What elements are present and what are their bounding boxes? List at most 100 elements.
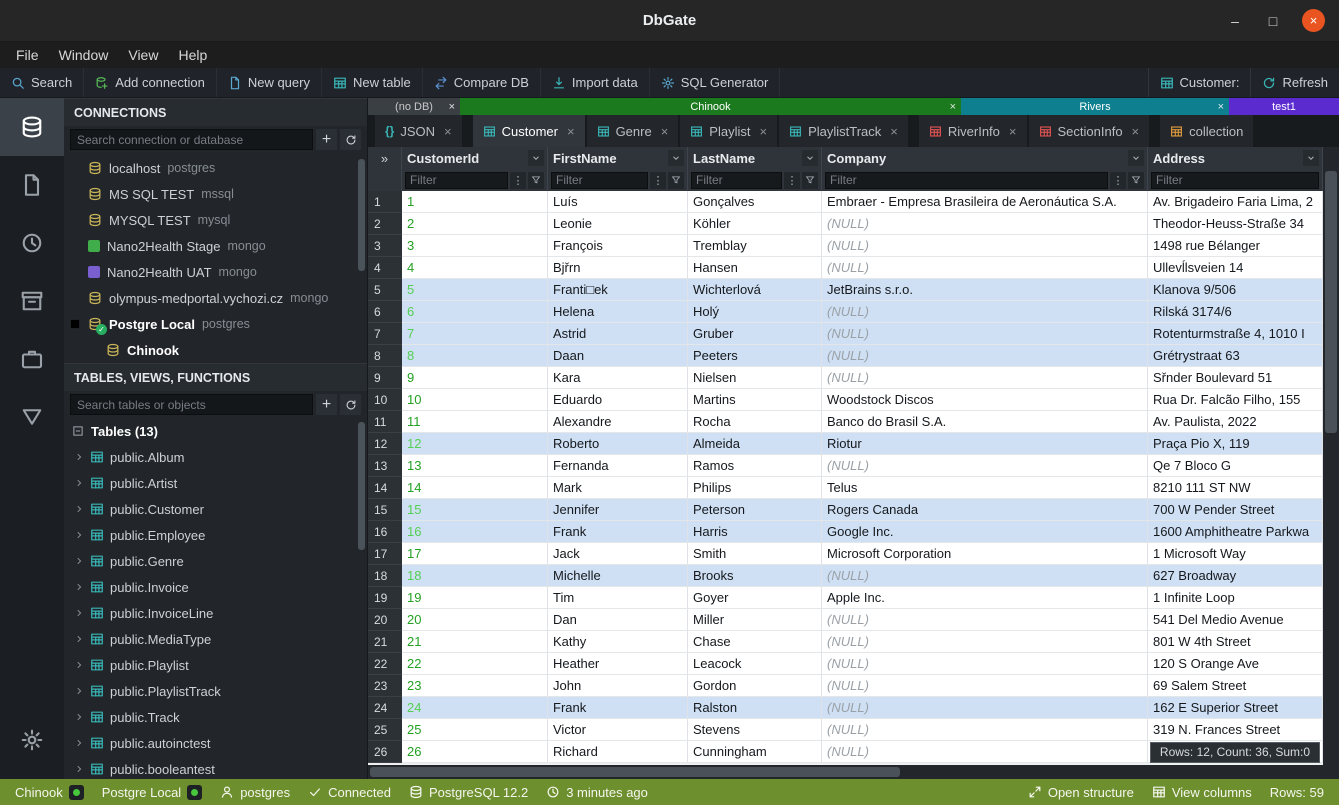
tab-genre[interactable]: Genre× bbox=[587, 115, 679, 147]
cell-customerid[interactable]: 12 bbox=[402, 433, 548, 455]
cell-firstname[interactable]: Franti□ek bbox=[548, 279, 688, 301]
cell-lastname[interactable]: Ramos bbox=[688, 455, 822, 477]
chevron-down-icon[interactable] bbox=[1303, 150, 1319, 166]
toolbar-add-connection-button[interactable]: Add connection bbox=[84, 68, 217, 97]
cell-address[interactable]: Praça Pio X, 119 bbox=[1148, 433, 1323, 455]
cell-lastname[interactable]: Stevens bbox=[688, 719, 822, 741]
table-row[interactable]: 1717JackSmithMicrosoft Corporation1 Micr… bbox=[368, 543, 1323, 565]
cell-customerid[interactable]: 16 bbox=[402, 521, 548, 543]
row-number[interactable]: 22 bbox=[368, 653, 402, 675]
filter-input-address[interactable] bbox=[1151, 172, 1319, 189]
db-tab-test1[interactable]: test1 bbox=[1229, 98, 1339, 115]
maximize-button[interactable]: □ bbox=[1264, 13, 1282, 29]
cell-lastname[interactable]: Hansen bbox=[688, 257, 822, 279]
cell-customerid[interactable]: 25 bbox=[402, 719, 548, 741]
close-icon[interactable]: × bbox=[890, 124, 898, 139]
cell-lastname[interactable]: Gordon bbox=[688, 675, 822, 697]
chevron-right-icon[interactable] bbox=[74, 738, 84, 748]
close-icon[interactable]: × bbox=[759, 124, 767, 139]
cell-customerid[interactable]: 22 bbox=[402, 653, 548, 675]
cell-lastname[interactable]: Rocha bbox=[688, 411, 822, 433]
cell-customerid[interactable]: 13 bbox=[402, 455, 548, 477]
row-number[interactable]: 13 bbox=[368, 455, 402, 477]
cell-firstname[interactable]: Helena bbox=[548, 301, 688, 323]
cell-company[interactable]: (NULL) bbox=[822, 697, 1148, 719]
row-number[interactable]: 2 bbox=[368, 213, 402, 235]
tab-playlist[interactable]: Playlist× bbox=[680, 115, 777, 147]
table-row[interactable]: 1010EduardoMartinsWoodstock DiscosRua Dr… bbox=[368, 389, 1323, 411]
row-number[interactable]: 23 bbox=[368, 675, 402, 697]
cell-customerid[interactable]: 4 bbox=[402, 257, 548, 279]
close-icon[interactable]: × bbox=[567, 124, 575, 139]
status-open-structure[interactable]: Open structure bbox=[1019, 785, 1143, 800]
cell-firstname[interactable]: Kathy bbox=[548, 631, 688, 653]
cell-firstname[interactable]: Roberto bbox=[548, 433, 688, 455]
cell-company[interactable]: (NULL) bbox=[822, 719, 1148, 741]
cell-firstname[interactable]: Victor bbox=[548, 719, 688, 741]
table-row[interactable]: 2525VictorStevens(NULL)319 N. Frances St… bbox=[368, 719, 1323, 741]
filter-menu-button[interactable]: ⋮ bbox=[650, 172, 666, 189]
cell-lastname[interactable]: Wichterlová bbox=[688, 279, 822, 301]
toolbar-sql-generator-button[interactable]: SQL Generator bbox=[650, 68, 781, 97]
cell-lastname[interactable]: Cunningham bbox=[688, 741, 822, 763]
row-number[interactable]: 9 bbox=[368, 367, 402, 389]
cell-company[interactable]: (NULL) bbox=[822, 565, 1148, 587]
tab-sectioninfo[interactable]: SectionInfo× bbox=[1029, 115, 1150, 147]
cell-lastname[interactable]: Harris bbox=[688, 521, 822, 543]
chevron-right-icon[interactable] bbox=[74, 582, 84, 592]
horizontal-scrollbar[interactable] bbox=[368, 765, 1339, 779]
cell-lastname[interactable]: Almeida bbox=[688, 433, 822, 455]
table-item-public-employee[interactable]: public.Employee bbox=[64, 522, 367, 548]
cell-lastname[interactable]: Brooks bbox=[688, 565, 822, 587]
cell-firstname[interactable]: Kara bbox=[548, 367, 688, 389]
cell-company[interactable]: (NULL) bbox=[822, 609, 1148, 631]
cell-address[interactable]: Av. Brigadeiro Faria Lima, 2 bbox=[1148, 191, 1323, 213]
vertical-scrollbar[interactable] bbox=[1323, 147, 1339, 765]
cell-address[interactable]: Ullevĺlsveien 14 bbox=[1148, 257, 1323, 279]
cell-company[interactable]: (NULL) bbox=[822, 235, 1148, 257]
table-row[interactable]: 1919TimGoyerApple Inc.1 Infinite Loop bbox=[368, 587, 1323, 609]
tab-customer[interactable]: Customer× bbox=[473, 115, 585, 147]
cell-address[interactable]: 541 Del Medio Avenue bbox=[1148, 609, 1323, 631]
connection-item-postgre-local[interactable]: ✓Postgre Localpostgres bbox=[64, 311, 367, 337]
table-row[interactable]: 44BjřrnHansen(NULL)Ullevĺlsveien 14 bbox=[368, 257, 1323, 279]
row-number[interactable]: 5 bbox=[368, 279, 402, 301]
cell-lastname[interactable]: Smith bbox=[688, 543, 822, 565]
table-item-public-track[interactable]: public.Track bbox=[64, 704, 367, 730]
row-number[interactable]: 14 bbox=[368, 477, 402, 499]
cell-company[interactable]: Microsoft Corporation bbox=[822, 543, 1148, 565]
cell-firstname[interactable]: François bbox=[548, 235, 688, 257]
connection-item-nano2health-uat[interactable]: Nano2Health UATmongo bbox=[64, 259, 367, 285]
toolbar-import-data-button[interactable]: Import data bbox=[541, 68, 650, 97]
tab-json[interactable]: {}JSON× bbox=[375, 115, 462, 147]
filter-input-customerid[interactable] bbox=[405, 172, 508, 189]
cell-lastname[interactable]: Martins bbox=[688, 389, 822, 411]
toolbar-new-table-button[interactable]: New table bbox=[322, 68, 423, 97]
row-number[interactable]: 8 bbox=[368, 345, 402, 367]
table-row[interactable]: 66HelenaHolý(NULL)Rilská 3174/6 bbox=[368, 301, 1323, 323]
close-icon[interactable]: × bbox=[1218, 101, 1224, 113]
cell-company[interactable]: (NULL) bbox=[822, 741, 1148, 763]
table-row[interactable]: 99KaraNielsen(NULL)Sřnder Boulevard 51 bbox=[368, 367, 1323, 389]
cell-lastname[interactable]: Leacock bbox=[688, 653, 822, 675]
cell-company[interactable]: (NULL) bbox=[822, 301, 1148, 323]
tables-refresh-button[interactable] bbox=[340, 394, 361, 415]
chevron-right-icon[interactable] bbox=[74, 478, 84, 488]
status-postgre-local[interactable]: Postgre Local bbox=[93, 785, 212, 800]
menu-view[interactable]: View bbox=[118, 42, 168, 68]
toolbar-compare-db-button[interactable]: Compare DB bbox=[423, 68, 541, 97]
connection-item-chinook[interactable]: Chinook bbox=[64, 337, 367, 363]
chevron-right-icon[interactable] bbox=[74, 452, 84, 462]
filter-input-lastname[interactable] bbox=[691, 172, 782, 189]
row-number[interactable]: 26 bbox=[368, 741, 402, 763]
table-row[interactable]: 55Franti□ekWichterlováJetBrains s.r.o.Kl… bbox=[368, 279, 1323, 301]
connection-item-localhost[interactable]: localhostpostgres bbox=[64, 155, 367, 181]
status-postgres[interactable]: postgres bbox=[211, 785, 299, 800]
cell-customerid[interactable]: 20 bbox=[402, 609, 548, 631]
table-item-public-genre[interactable]: public.Genre bbox=[64, 548, 367, 574]
table-item-public-mediatype[interactable]: public.MediaType bbox=[64, 626, 367, 652]
db-tab-chinook[interactable]: Chinook× bbox=[460, 98, 961, 115]
sidebar-database-button[interactable] bbox=[0, 98, 64, 156]
cell-company[interactable]: (NULL) bbox=[822, 213, 1148, 235]
table-item-public-playlisttrack[interactable]: public.PlaylistTrack bbox=[64, 678, 367, 704]
